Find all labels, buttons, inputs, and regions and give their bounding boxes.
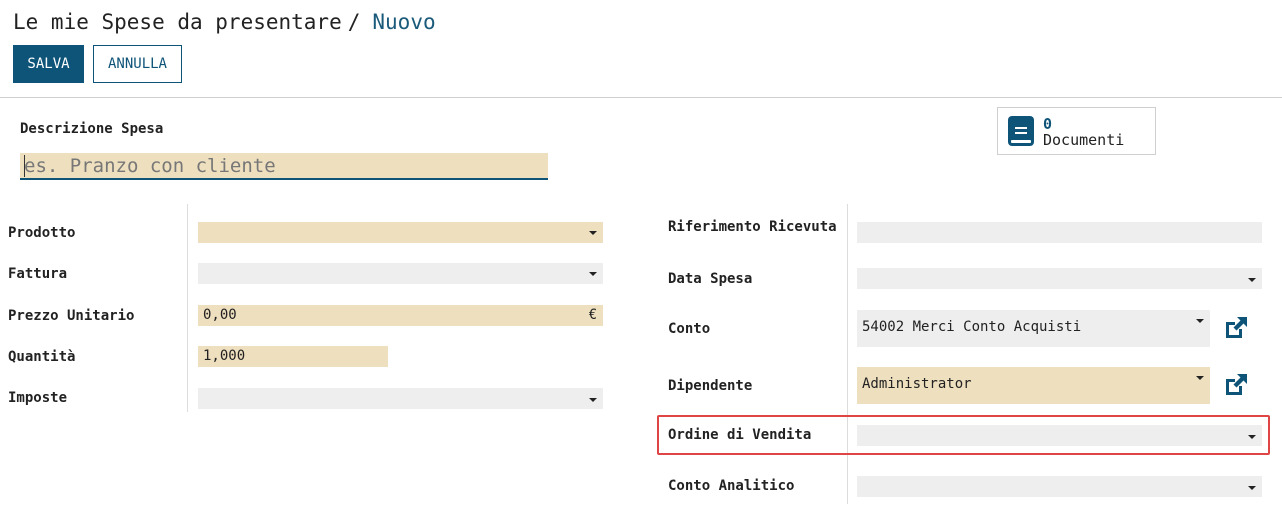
breadcrumb-separator: /	[347, 10, 361, 34]
unit-price-input[interactable]: 0,00 €	[198, 305, 603, 326]
expense-date-label: Data Spesa	[668, 271, 753, 287]
sales-order-label: Ordine di Vendita	[668, 427, 812, 443]
chevron-down-icon	[1196, 376, 1204, 380]
unit-price-label: Prezzo Unitario	[8, 308, 135, 324]
currency-symbol: €	[588, 307, 597, 323]
quantity-value: 1,000	[203, 348, 246, 364]
invoice-select[interactable]	[198, 263, 603, 284]
employee-value: Administrator	[862, 376, 972, 392]
sales-order-select[interactable]	[857, 425, 1262, 446]
text-caret	[24, 155, 25, 177]
expense-date-input[interactable]	[857, 268, 1262, 289]
invoice-label: Fattura	[8, 266, 68, 282]
external-link-icon[interactable]	[1223, 372, 1249, 398]
save-button[interactable]: SALVA	[13, 45, 84, 83]
taxes-select[interactable]	[198, 388, 603, 409]
left-column-divider	[187, 204, 188, 412]
quantity-label: Quantità	[8, 349, 76, 365]
receipt-reference-label: Riferimento Ricevuta	[668, 219, 837, 235]
external-link-icon[interactable]	[1223, 315, 1249, 341]
chevron-down-icon	[1248, 435, 1256, 439]
employee-select[interactable]: Administrator	[857, 367, 1210, 404]
breadcrumb: Le mie Spese da presentare / Nuovo	[13, 8, 436, 36]
receipt-reference-input[interactable]	[857, 222, 1262, 243]
account-label: Conto	[668, 321, 711, 337]
right-column-divider	[847, 204, 848, 504]
analytic-account-label: Conto Analitico	[668, 478, 795, 494]
quantity-input[interactable]: 1,000	[198, 346, 388, 367]
account-value: 54002 Merci Conto Acquisti	[862, 319, 1082, 335]
description-input[interactable]	[20, 153, 548, 180]
chevron-down-icon	[589, 231, 597, 235]
documents-label: Documenti	[1043, 131, 1125, 149]
description-label: Descrizione Spesa	[20, 121, 164, 137]
chevron-down-icon	[1196, 319, 1204, 323]
header-divider	[0, 97, 1282, 98]
documents-button[interactable]: 0 Documenti	[997, 107, 1156, 155]
chevron-down-icon	[589, 398, 597, 402]
chevron-down-icon	[589, 272, 597, 276]
breadcrumb-current: Nuovo	[372, 10, 436, 34]
taxes-label: Imposte	[8, 390, 68, 406]
breadcrumb-parent[interactable]: Le mie Spese da presentare	[13, 10, 342, 34]
employee-label: Dipendente	[668, 378, 753, 394]
account-select[interactable]: 54002 Merci Conto Acquisti	[857, 310, 1210, 347]
product-select[interactable]	[198, 222, 603, 243]
chevron-down-icon	[1248, 486, 1256, 490]
unit-price-value: 0,00	[203, 307, 237, 323]
chevron-down-icon	[1248, 278, 1256, 282]
cancel-button[interactable]: ANNULLA	[93, 45, 182, 83]
analytic-account-select[interactable]	[857, 476, 1262, 497]
product-label: Prodotto	[8, 225, 76, 241]
book-icon	[1008, 116, 1034, 146]
